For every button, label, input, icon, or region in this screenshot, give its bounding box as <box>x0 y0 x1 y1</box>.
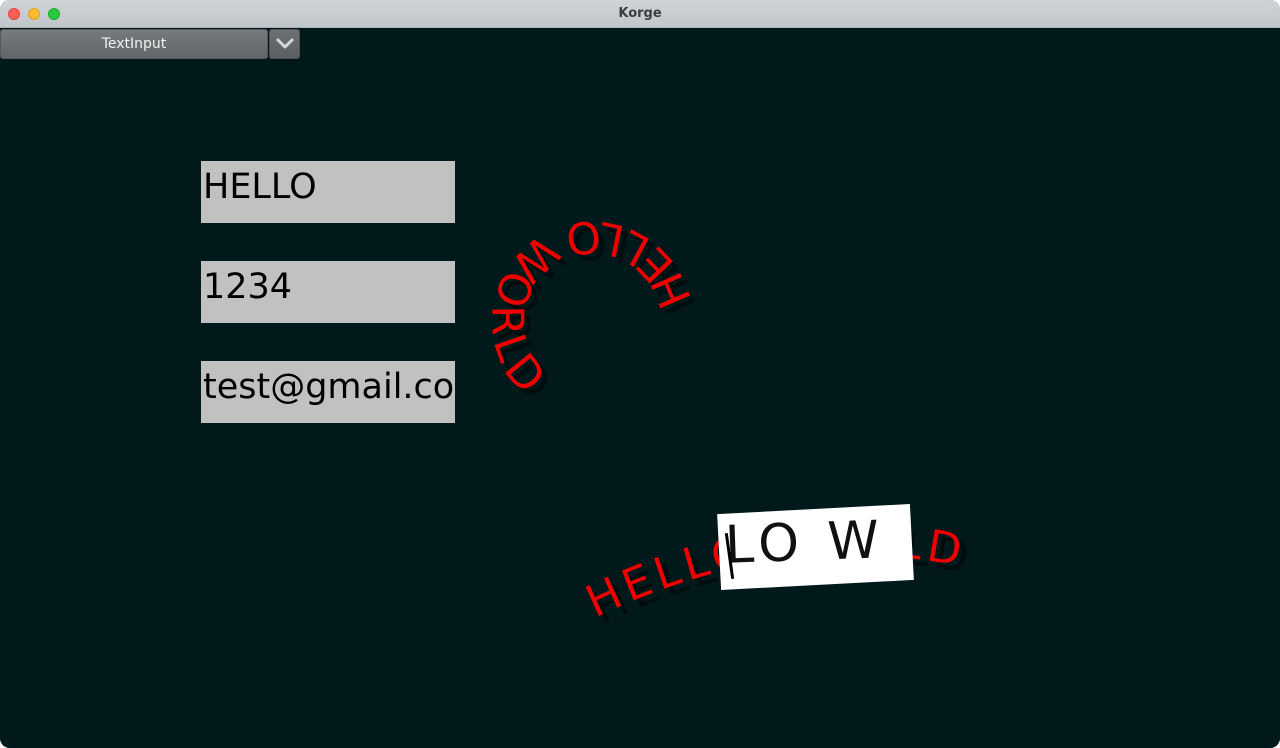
selected-text: LO W <box>724 510 886 576</box>
curved-text-layer: HELLO WORLD HELLO WORLD HELLO WORLD HELL… <box>481 209 972 635</box>
stage-canvas: TextInput HELLO 1234 test@gmail.com HELL… <box>0 28 1280 748</box>
window-title: Korge <box>618 6 662 21</box>
circle-curved-text[interactable]: HELLO WORLD <box>481 209 702 407</box>
app-window: Korge TextInput HELLO 1234 test@gmail.co… <box>0 0 1280 748</box>
title-bar[interactable]: Korge <box>0 0 1280 28</box>
